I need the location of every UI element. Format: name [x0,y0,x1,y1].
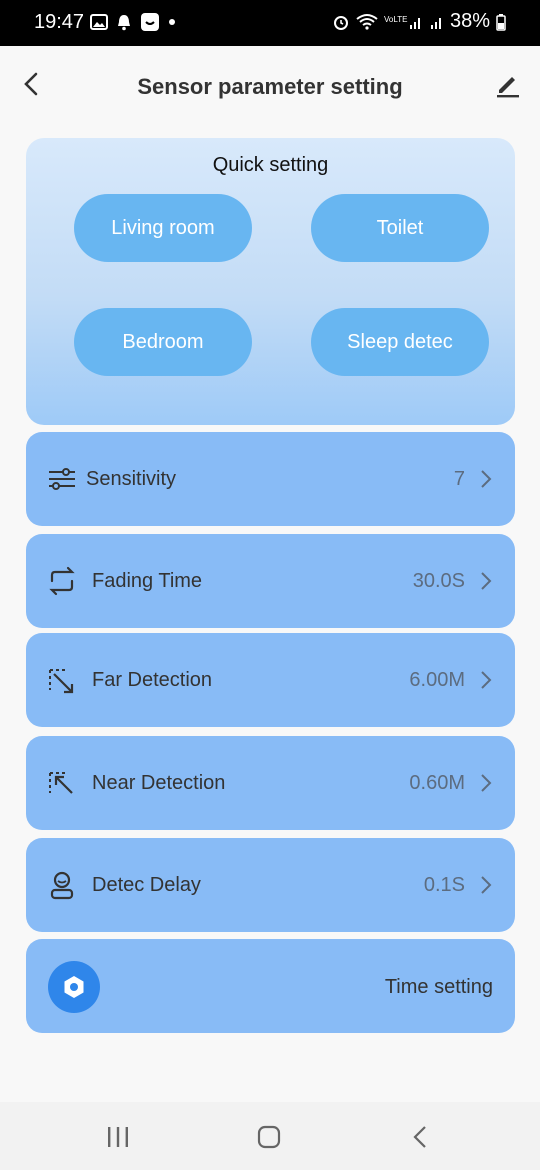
svg-text:VoLTE: VoLTE [384,15,407,24]
sliders-icon [49,468,75,490]
home-icon[interactable] [257,1125,281,1149]
recent-apps-icon[interactable] [106,1126,130,1148]
sensitivity-value: 7 [453,468,465,490]
fading-time-value: 30.0S [412,570,465,592]
quick-living-room-button[interactable]: Living room [74,194,252,262]
near-detection-label: Near Detection [92,772,226,794]
time-setting-label: Time setting [384,976,493,998]
chevron-right-icon [481,876,492,894]
app-header: Sensor parameter setting [0,46,540,126]
detec-delay-label: Detec Delay [92,874,201,896]
detec-delay-row[interactable]: Detec Delay 0.1S [26,838,515,932]
chevron-right-icon [481,572,492,590]
system-nav-bar [0,1102,540,1170]
detec-delay-value: 0.1S [423,874,465,896]
quick-toilet-button[interactable]: Toilet [311,194,489,262]
bell-icon [118,15,130,31]
time-setting-badge [48,961,100,1013]
system-icons: VoLTE 38% [332,10,506,33]
battery-icon [496,13,506,31]
repeat-icon [49,566,75,596]
sensitivity-label: Sensitivity [86,468,177,490]
status-time: 19:47 [34,11,85,33]
signal-lte-icon: VoLTE [384,15,420,29]
edit-pencil-icon[interactable] [494,70,522,98]
hexagon-nut-icon [64,976,84,998]
notification-icons [90,12,176,32]
nav-back-icon[interactable] [412,1125,428,1149]
sensitivity-row[interactable]: Sensitivity 7 [26,432,515,526]
quick-setting-title: Quick setting [212,154,329,176]
page-title: Sensor parameter setting [137,74,403,99]
chevron-right-icon [481,671,492,689]
near-detection-value: 0.60M [409,772,465,794]
battery-percent: 38% [449,10,490,32]
quick-sleep-detec-button[interactable]: Sleep detec [311,308,489,376]
app-notification-icon [141,13,159,31]
chevron-right-icon [481,470,492,488]
near-detection-icon [49,772,73,794]
far-detection-row[interactable]: Far Detection 6.00M [26,633,515,727]
dot-icon [169,19,175,25]
person-icon [50,871,74,900]
signal-icon [430,17,441,29]
near-detection-row[interactable]: Near Detection 0.60M [26,736,515,830]
quick-bedroom-button[interactable]: Bedroom [74,308,252,376]
gallery-icon [90,14,108,30]
alarm-icon [333,15,348,30]
quick-setting-card: Quick setting Living room Toilet Bedroom… [26,138,515,425]
wifi-icon [356,13,378,30]
far-detection-value: 6.00M [409,669,465,691]
fading-time-row[interactable]: Fading Time 30.0S [26,534,515,628]
status-bar: 19:47 VoLTE 38% [0,0,540,46]
time-setting-row[interactable]: Time setting [26,939,515,1033]
fading-time-label: Fading Time [92,570,203,592]
far-detection-label: Far Detection [92,669,213,691]
chevron-right-icon [481,774,492,792]
far-detection-icon [49,669,74,694]
